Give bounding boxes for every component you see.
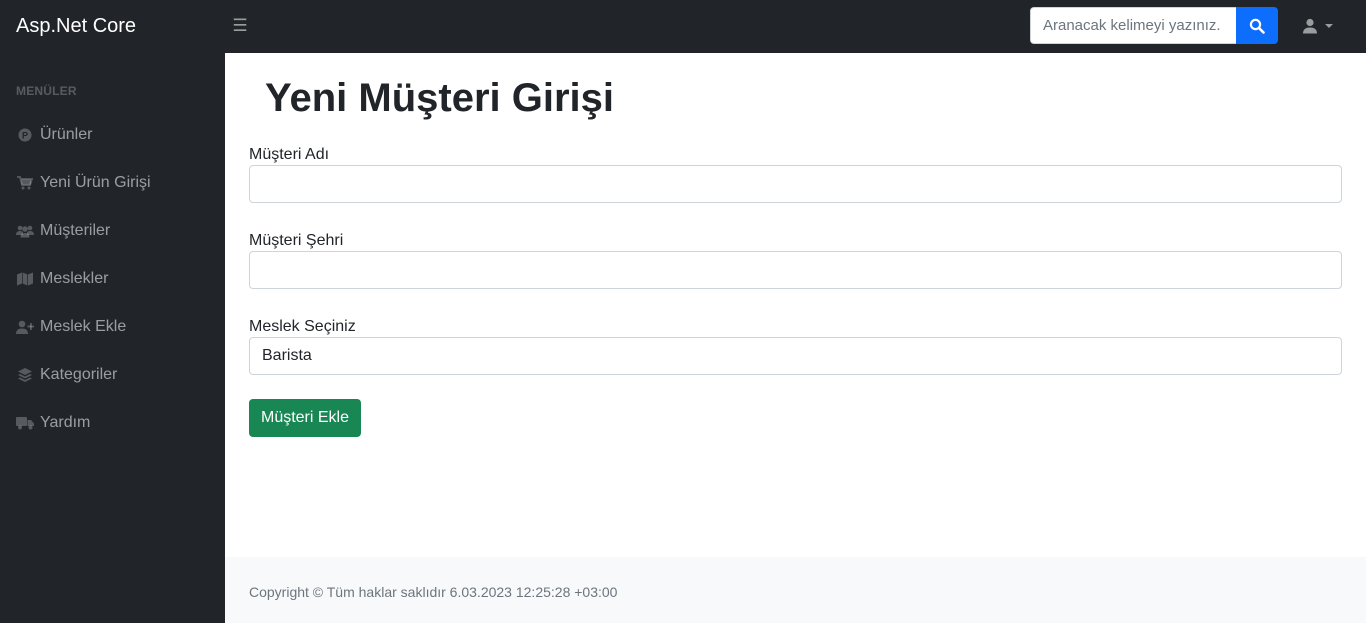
user-icon	[1303, 18, 1317, 34]
sidebar-item-label: Yardım	[40, 414, 91, 431]
sidebar-item-meslekler[interactable]: Meslekler	[0, 261, 225, 297]
search-button[interactable]	[1236, 7, 1278, 44]
sidebar-item-label: Müşteriler	[40, 222, 111, 239]
users-icon	[16, 223, 34, 239]
search-icon	[1249, 18, 1265, 34]
product-icon: P	[16, 127, 34, 143]
copyright-text: Copyright © Tüm haklar saklıdır 6.03.202…	[249, 584, 618, 600]
sidebar-item-label: Kategoriler	[40, 366, 118, 383]
brand-link[interactable]: Asp.Net Core	[16, 14, 136, 38]
cart-icon	[16, 175, 34, 191]
sidebar-item-meslek-ekle[interactable]: Meslek Ekle	[0, 309, 225, 345]
sidebar-item-label: Yeni Ürün Girişi	[40, 174, 151, 191]
sidebar-item-label: Meslekler	[40, 270, 109, 287]
sidebar-item-label: Ürünler	[40, 126, 93, 143]
page-title: Yeni Müşteri Girişi	[265, 76, 615, 120]
map-icon	[16, 271, 34, 287]
search-form	[1030, 7, 1278, 44]
user-plus-icon	[16, 319, 34, 335]
customer-name-label: Müşteri Adı	[249, 146, 330, 163]
sidebar-item-label: Meslek Ekle	[40, 318, 127, 335]
job-select[interactable]: Barista	[249, 337, 1342, 375]
search-input[interactable]	[1030, 7, 1236, 44]
user-dropdown[interactable]	[1302, 14, 1338, 38]
chevron-down-icon	[1325, 24, 1333, 28]
sidebar-heading: MENÜLER	[16, 84, 77, 98]
main-content: Yeni Müşteri Girişi Müşteri Adı Müşteri …	[225, 53, 1366, 557]
truck-icon	[16, 415, 34, 431]
bars-icon[interactable]: ☰	[230, 14, 250, 38]
sidebar-item-urunler[interactable]: P Ürünler	[0, 117, 225, 153]
top-navbar: Asp.Net Core ☰	[0, 0, 1366, 53]
sidebar-item-kategoriler[interactable]: Kategoriler	[0, 357, 225, 393]
customer-city-label: Müşteri Şehri	[249, 232, 344, 249]
svg-text:P: P	[22, 130, 28, 140]
sidebar-item-yeni-urun-girisi[interactable]: Yeni Ürün Girişi	[0, 165, 225, 201]
layers-icon	[16, 367, 34, 383]
footer: Copyright © Tüm haklar saklıdır 6.03.202…	[225, 557, 1366, 623]
sidebar-item-musteriler[interactable]: Müşteriler	[0, 213, 225, 249]
job-select-label: Meslek Seçiniz	[249, 318, 356, 335]
customer-name-field[interactable]	[249, 165, 1342, 203]
add-customer-button[interactable]: Müşteri Ekle	[249, 399, 361, 437]
sidebar: MENÜLER P Ürünler Yeni Ürün Girişi Müşte…	[0, 53, 225, 623]
job-select-value: Barista	[262, 347, 312, 364]
customer-city-field[interactable]	[249, 251, 1342, 289]
sidebar-item-yardim[interactable]: Yardım	[0, 405, 225, 441]
